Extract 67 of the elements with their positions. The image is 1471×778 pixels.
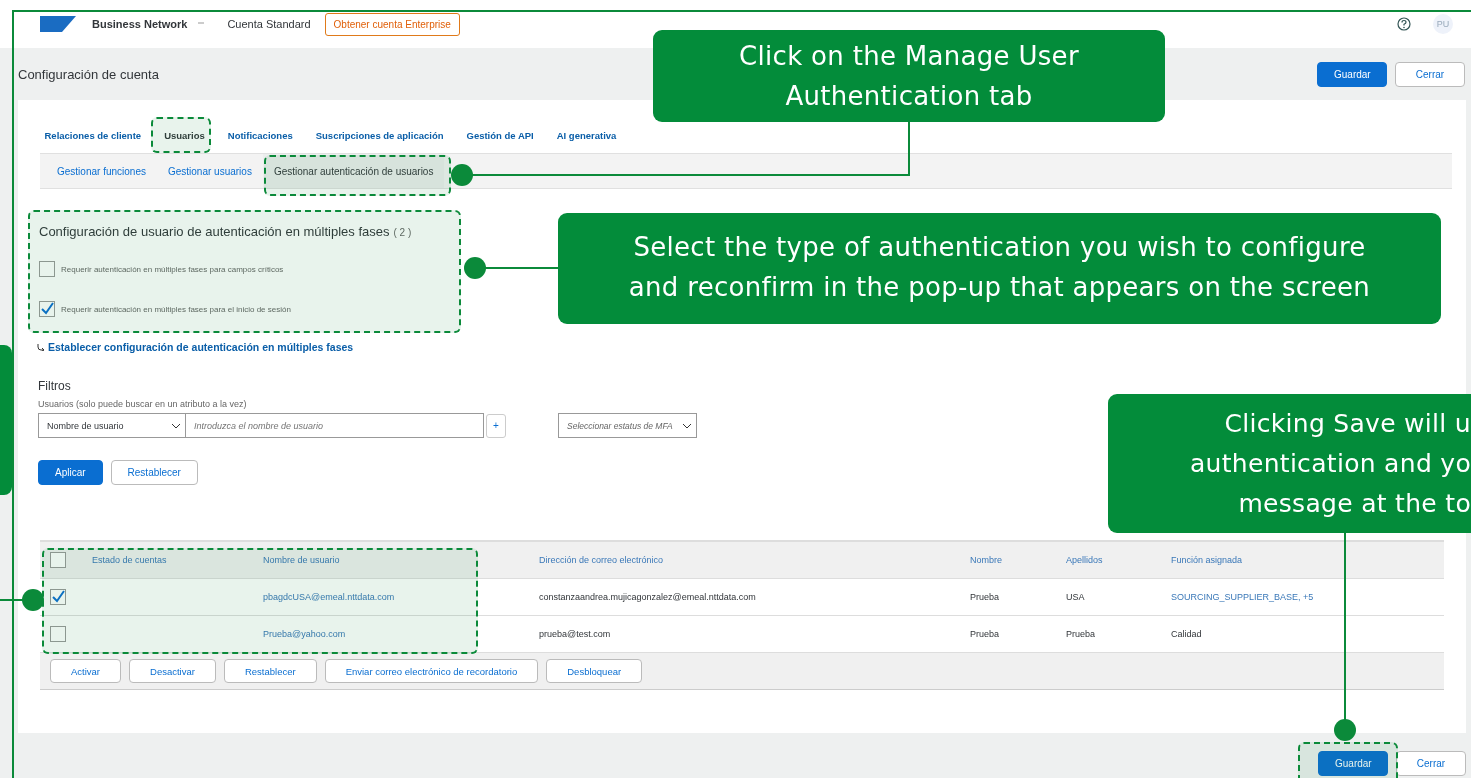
settings-link[interactable]: Establecer configuración de autenticación en múltiples fases — [48, 341, 354, 353]
checkbox[interactable] — [39, 301, 55, 317]
brand-name[interactable]: Business Network — [92, 18, 188, 30]
column-header[interactable]: Nombre de usuario — [263, 555, 340, 565]
checkbox[interactable] — [50, 552, 66, 568]
account-type: Cuenta Standard — [227, 18, 311, 30]
table-cell: Prueba — [1066, 629, 1096, 639]
role-link[interactable]: SOURCING_SUPPLIER_BASE, +5 — [1171, 592, 1314, 602]
secondary-button[interactable]: Restablecer — [110, 460, 198, 485]
tab[interactable]: Relaciones de cliente — [33, 130, 153, 141]
primary-button[interactable]: Guardar — [1318, 751, 1388, 776]
connector-line — [0, 589, 44, 611]
add-filter-button[interactable]: + — [486, 413, 506, 438]
action-button[interactable]: Desbloquear — [546, 659, 643, 683]
action-button[interactable]: Enviar correo electrónico de recordatorio — [324, 659, 539, 683]
checkbox[interactable] — [50, 626, 66, 642]
mfa-status-dropdown[interactable]: Seleccionar estatus de MFA — [558, 413, 697, 438]
column-header[interactable]: Estado de cuentas — [92, 555, 167, 565]
callout: Click on the Manage User Authentication tab — [653, 30, 1165, 122]
tab[interactable]: AI generativa — [545, 130, 628, 141]
table-cell: USA — [1066, 592, 1085, 602]
checkbox[interactable] — [39, 261, 55, 277]
link-icon — [37, 343, 45, 351]
column-header[interactable]: Dirección de correo electrónico — [539, 555, 664, 565]
checkbox[interactable] — [50, 589, 66, 605]
table-cell: constanzaandrea.mujicagonzalez@emeal.nttdata.com — [539, 592, 756, 602]
subtab[interactable]: Gestionar usuarios — [156, 154, 263, 188]
column-header[interactable]: Apellidos — [1066, 555, 1103, 565]
secondary-button[interactable]: Cerrar — [1395, 61, 1465, 87]
column-header[interactable]: Nombre — [970, 555, 1002, 565]
option-count: ( 2 ) — [393, 227, 412, 238]
tab[interactable]: Usuarios — [152, 130, 217, 141]
attribute-dropdown[interactable]: Nombre de usuario — [38, 413, 186, 438]
callout: Clicking Save will u authentication and yo message at the to — [1108, 394, 1471, 533]
subtab[interactable]: Gestionar autenticación de usuarios — [262, 154, 445, 188]
search-field[interactable]: Introduzca el nombre de usuario — [186, 413, 484, 438]
checkbox-label: Requerir autenticación en múltiples fases para campos críticos — [61, 264, 284, 274]
help-icon[interactable] — [1397, 17, 1411, 31]
primary-button[interactable]: Aplicar — [38, 460, 103, 485]
page-title: Configuración de cuenta — [18, 66, 160, 82]
filters-title: Filtros — [38, 379, 72, 393]
chevron-down-icon — [171, 421, 181, 430]
table-cell: Calidad — [1171, 629, 1202, 639]
primary-button[interactable]: Guardar — [1317, 61, 1387, 87]
column-header[interactable]: Función asignada — [1171, 555, 1243, 565]
callout: Select the type of authentication you wish to configure and reconfirm in the pop-up that appears on the screen — [558, 213, 1441, 324]
upgrade-button[interactable]: Obtener cuenta Enterprise — [324, 12, 460, 36]
action-button[interactable]: Desactivar — [129, 659, 216, 683]
checkbox-label: Requerir autenticación en múltiples fases para el inicio de sesión — [61, 304, 291, 314]
tab[interactable]: Gestión de API — [455, 130, 546, 141]
username-link[interactable]: Prueba@yahoo.com — [263, 629, 346, 639]
logo-icon — [40, 16, 76, 32]
username-link[interactable]: pbagdcUSA@emeal.nttdata.com — [263, 592, 395, 602]
secondary-button[interactable]: Cerrar — [1396, 751, 1466, 776]
chevron-down-icon — [682, 421, 692, 430]
subtab[interactable]: Gestionar funciones — [46, 154, 157, 188]
filter-hint: Usuarios (solo puede buscar en un atributo a la vez) — [38, 399, 248, 409]
action-button[interactable]: Restablecer — [223, 659, 317, 683]
tab[interactable]: Notificaciones — [216, 130, 305, 141]
caret-icon[interactable] — [197, 21, 206, 27]
section-title: Configuración de usuario de autenticación en múltiples fases — [39, 224, 390, 239]
tab[interactable]: Suscripciones de aplicación — [304, 130, 455, 141]
table-cell: Prueba — [970, 629, 1000, 639]
action-button[interactable]: Activar — [50, 659, 122, 683]
table-cell: Prueba — [970, 592, 1000, 602]
highlight-frame — [151, 117, 211, 153]
table-cell: prueba@test.com — [539, 629, 611, 639]
